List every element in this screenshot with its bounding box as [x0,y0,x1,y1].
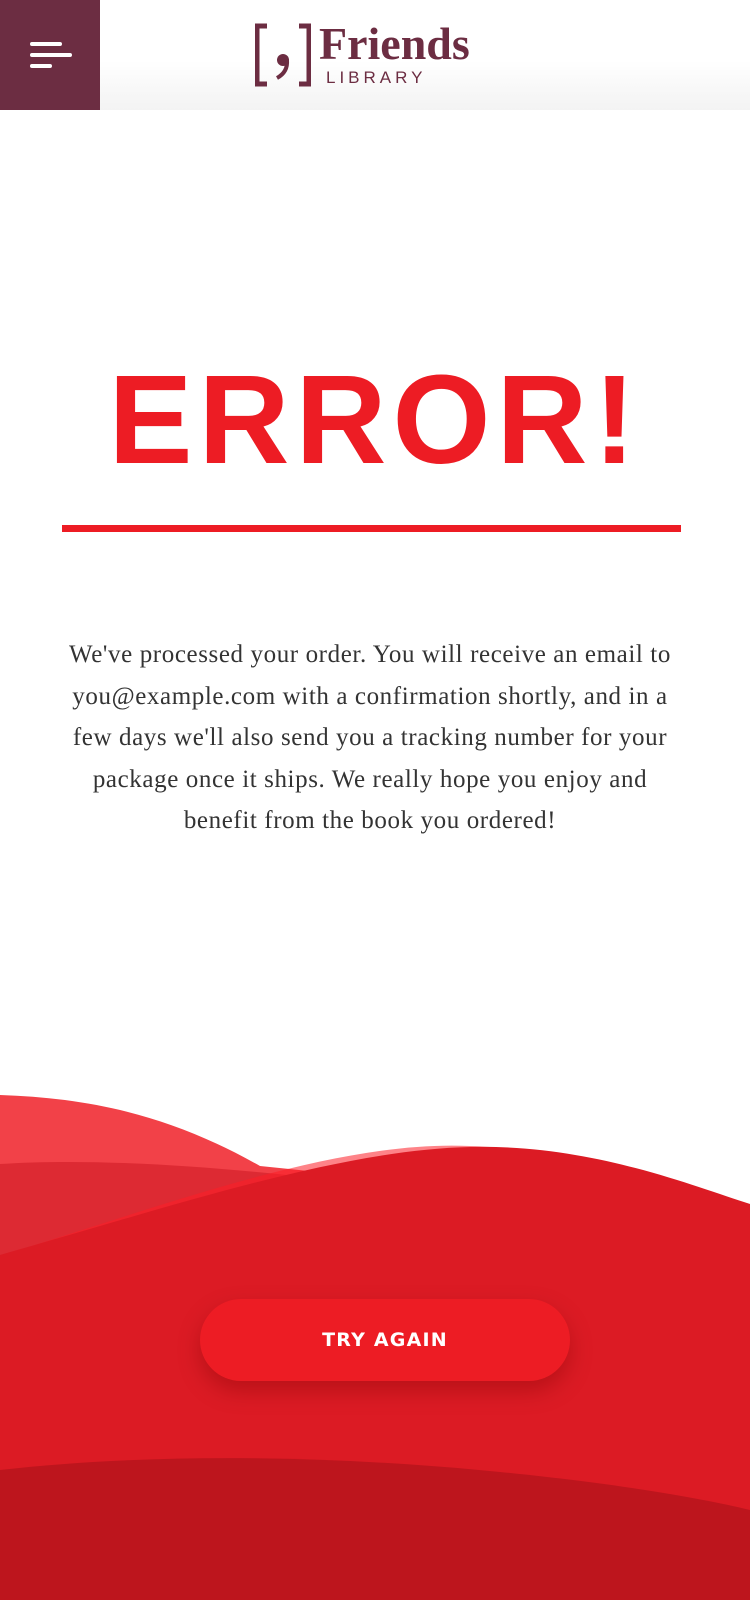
friends-library-logo[interactable]: Friends LIBRARY [255,18,505,92]
hamburger-menu-icon [30,42,62,46]
order-message: We've processed your order. You will rec… [69,641,671,834]
hamburger-line [30,64,52,68]
logo-wordmark: Friends [319,18,470,69]
top-bar: Friends LIBRARY [0,0,750,110]
try-again-label: TRY AGAIN [322,1329,448,1351]
try-again-button[interactable]: TRY AGAIN [200,1299,570,1381]
heading-divider [62,525,681,532]
menu-button[interactable] [0,0,100,110]
bracket-comma-logo-icon [255,23,311,87]
hamburger-line [30,53,72,57]
logo-subtitle: LIBRARY [326,68,427,87]
error-heading: ERROR! [108,349,642,490]
